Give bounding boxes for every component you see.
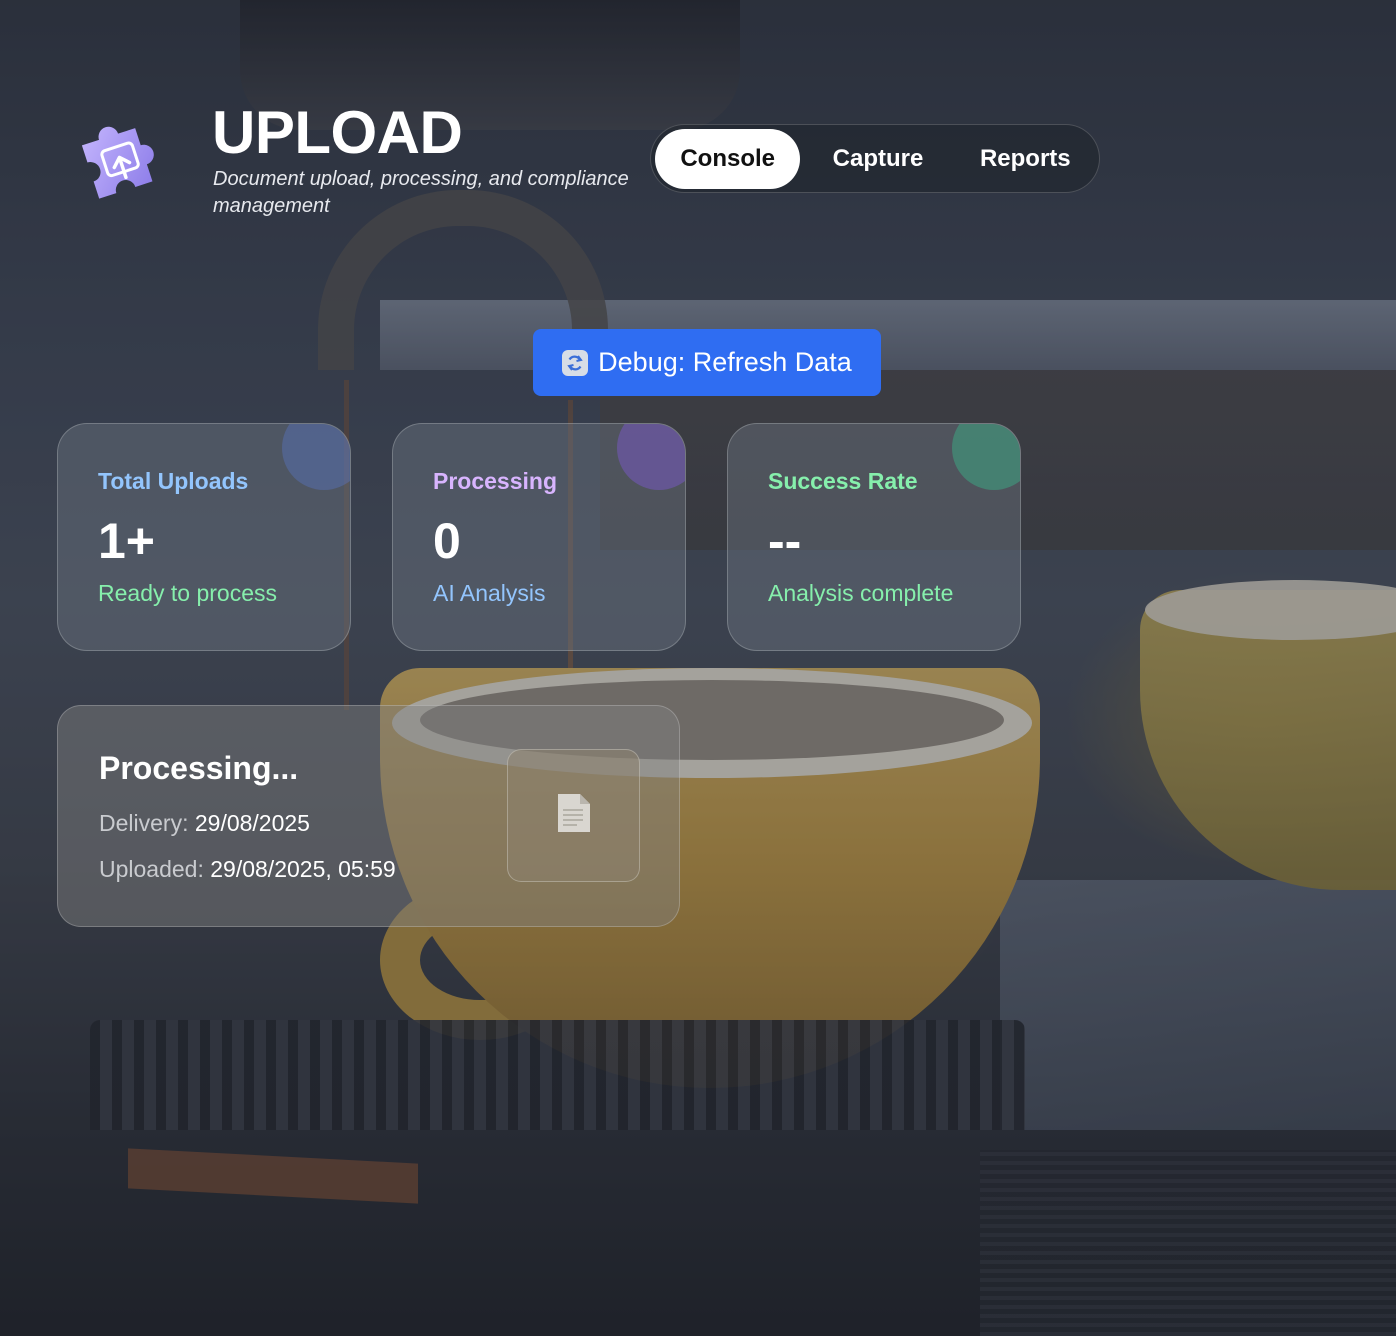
stat-subtitle: AI Analysis (433, 580, 546, 606)
uploaded-label: Uploaded: (99, 856, 204, 882)
puzzle-upload-icon (66, 104, 176, 214)
stat-value: -- (768, 513, 802, 569)
stat-card-processing: Processing 0 AI Analysis (392, 423, 686, 651)
upload-status-title: Processing... (99, 750, 299, 786)
document-icon (556, 792, 592, 839)
stat-value: 0 (433, 513, 461, 569)
delivery-label: Delivery: (99, 810, 189, 836)
page-title: UPLOAD (212, 99, 463, 166)
tab-bar: Console Capture Reports (650, 124, 1100, 193)
stat-card-success-rate: Success Rate -- Analysis complete (727, 423, 1021, 651)
refresh-icon (562, 349, 589, 376)
uploaded-value: 29/08/2025, 05:59 (210, 856, 396, 882)
debug-refresh-label: Debug: Refresh Data (598, 347, 852, 377)
uploaded-row: Uploaded: 29/08/2025, 05:59 (99, 856, 396, 883)
stat-value: 1+ (98, 513, 156, 569)
tab-capture[interactable]: Capture (800, 129, 955, 189)
delivery-row: Delivery: 29/08/2025 (99, 810, 310, 837)
stat-card-total-uploads: Total Uploads 1+ Ready to process (57, 423, 351, 651)
delivery-value: 29/08/2025 (194, 810, 310, 836)
upload-item-card[interactable]: Processing... Delivery: 29/08/2025 Uploa… (57, 705, 680, 927)
stat-label: Success Rate (768, 468, 918, 494)
debug-refresh-button[interactable]: Debug: Refresh Data (533, 329, 881, 396)
stat-label: Total Uploads (98, 468, 249, 494)
stat-subtitle: Ready to process (98, 580, 277, 606)
stat-label: Processing (433, 468, 557, 494)
background-photo (0, 0, 1396, 1336)
page-subtitle: Document upload, processing, and complia… (213, 168, 629, 217)
document-thumbnail[interactable] (507, 749, 640, 882)
stat-subtitle: Analysis complete (768, 580, 954, 606)
tab-console[interactable]: Console (655, 128, 801, 189)
tab-reports[interactable]: Reports (956, 129, 1095, 189)
